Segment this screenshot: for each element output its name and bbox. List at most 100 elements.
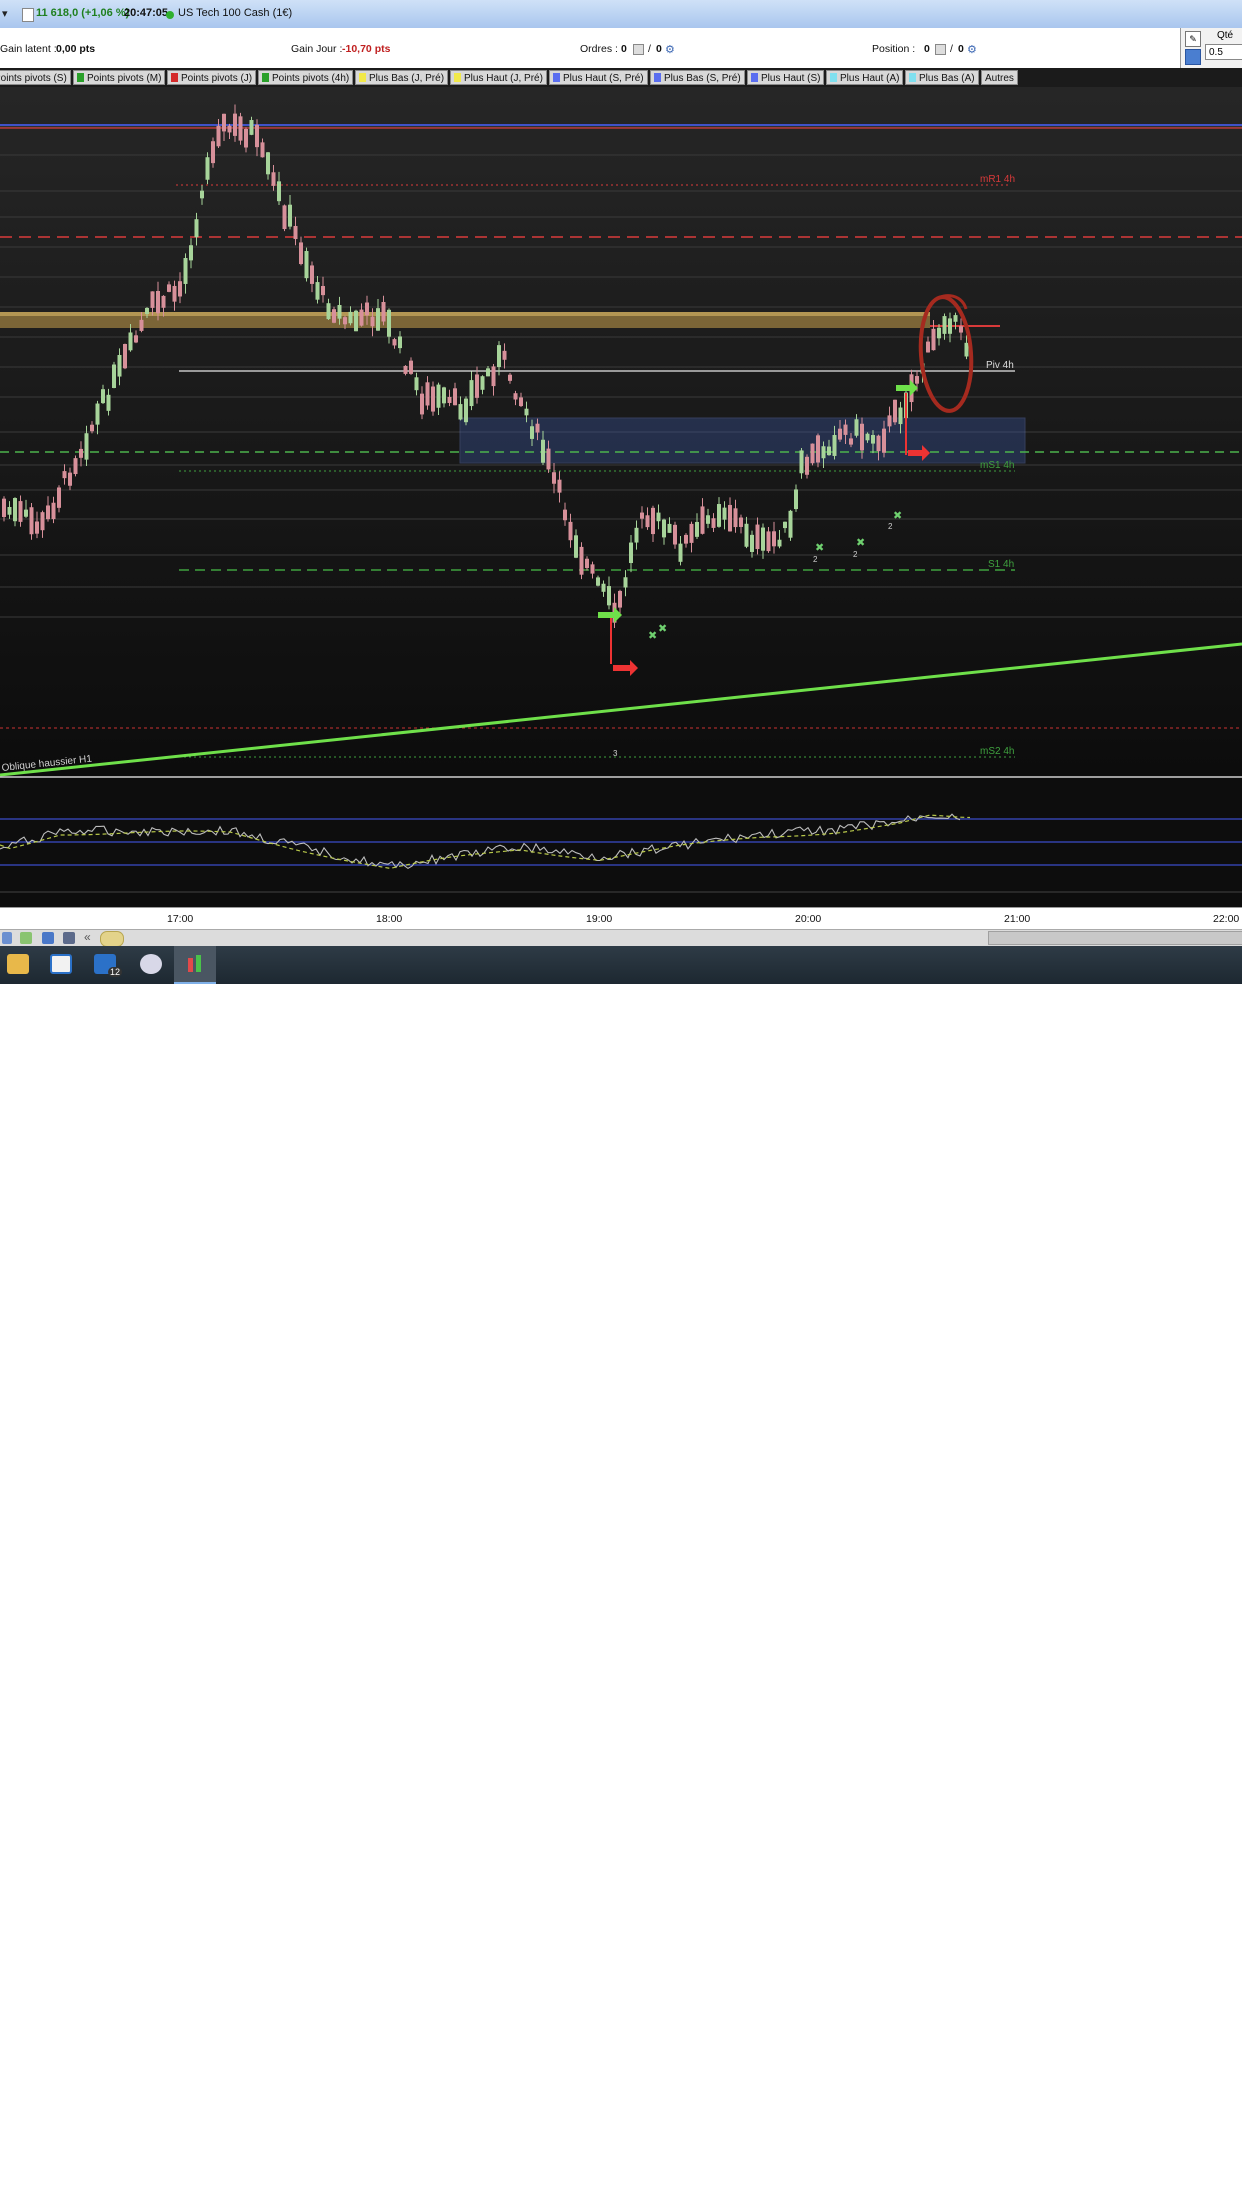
candle	[255, 124, 259, 148]
r1-level-label: mR1 4h	[980, 174, 1015, 185]
candle	[755, 524, 760, 550]
scroll-thumb-handle[interactable]	[100, 931, 124, 947]
legend-item[interactable]: Plus Bas (A)	[905, 70, 979, 85]
candle	[189, 245, 193, 261]
legend-item[interactable]: Points pivots (S)	[0, 70, 71, 85]
wrench-icon[interactable]: ✎	[1185, 31, 1201, 47]
quantity-input[interactable]: 0.5	[1205, 44, 1242, 60]
candle	[590, 564, 595, 574]
day-gain-label: Gain Jour :	[291, 43, 343, 55]
collapse-left-icon[interactable]: «	[84, 930, 91, 944]
candle	[376, 308, 380, 331]
candle	[887, 415, 892, 427]
legend-item[interactable]: Plus Haut (A)	[826, 70, 904, 85]
candle	[299, 242, 303, 265]
trading-app-taskbar-button[interactable]	[174, 946, 216, 984]
candle	[871, 435, 875, 444]
candle	[838, 428, 842, 440]
candle	[937, 327, 941, 339]
time-tick: 22:00	[1213, 913, 1240, 925]
status-dot-icon	[166, 11, 174, 19]
candle	[436, 384, 441, 408]
candle	[469, 380, 474, 407]
candle	[392, 339, 397, 346]
signal-cross-icon: ✖	[815, 541, 824, 554]
grid-icon[interactable]	[20, 932, 32, 944]
candle	[321, 286, 325, 296]
position-settings-icon[interactable]: ⚙	[966, 43, 977, 56]
legend-item[interactable]: Plus Bas (J, Pré)	[355, 70, 449, 85]
candle	[486, 368, 490, 377]
store-icon[interactable]	[50, 954, 72, 974]
candle	[689, 523, 694, 543]
position-icon[interactable]	[932, 43, 946, 55]
candle	[414, 377, 419, 391]
legend-item[interactable]: Plus Haut (S, Pré)	[549, 70, 648, 85]
candle	[832, 434, 837, 456]
candle	[145, 307, 149, 314]
price-change: 11 618,0 (+1,06 %)	[36, 7, 130, 19]
layout-icon[interactable]	[2, 932, 12, 944]
candle	[557, 479, 562, 493]
latent-gain-label: Gain latent :	[0, 43, 57, 55]
legend-item[interactable]: Points pivots (4h)	[258, 70, 354, 85]
orders-count: 0	[621, 43, 627, 55]
candle	[942, 316, 947, 334]
candle	[370, 316, 375, 327]
day-gain-value: -10,70 pts	[342, 43, 391, 55]
candle	[860, 423, 864, 451]
candle	[244, 128, 248, 148]
pivot-level-label: Piv 4h	[986, 360, 1014, 371]
signal-count-label: 2	[853, 550, 858, 559]
browser-icon[interactable]	[140, 954, 162, 974]
price-chart[interactable]: mR1 4hPiv 4hmS1 4hS1 4hmS2 4hOblique hau…	[0, 87, 1242, 907]
legend-item[interactable]: Plus Haut (J, Pré)	[450, 70, 547, 85]
candle	[662, 519, 666, 538]
window-icon[interactable]	[42, 932, 54, 944]
candle	[876, 435, 881, 452]
legend-item[interactable]: Plus Bas (S, Pré)	[650, 70, 745, 85]
candle	[667, 523, 672, 533]
candle	[695, 521, 699, 537]
legend-item[interactable]: Points pivots (M)	[73, 70, 166, 85]
legend-label: Plus Haut (S)	[761, 73, 821, 84]
instrument-icon	[22, 8, 34, 22]
legend-item[interactable]: Plus Haut (S)	[747, 70, 825, 85]
candle	[315, 282, 320, 300]
candle	[442, 387, 446, 404]
legend-swatch-icon	[553, 73, 560, 82]
candle	[926, 341, 930, 353]
candle	[568, 521, 573, 541]
mail-icon[interactable]: 12	[94, 954, 122, 977]
time-tick: 17:00	[167, 913, 194, 925]
dropdown-arrow-icon[interactable]: ▾	[2, 7, 8, 20]
orders-settings-icon[interactable]: ⚙	[664, 43, 675, 56]
s1m-level-label: mS1 4h	[980, 460, 1014, 471]
order-list-icon[interactable]	[1185, 49, 1201, 65]
legend-item[interactable]: Autres	[981, 70, 1018, 85]
tools-icon[interactable]	[63, 932, 75, 944]
file-explorer-icon[interactable]	[7, 954, 29, 974]
candle	[634, 527, 639, 543]
candle	[156, 290, 160, 314]
candle	[354, 310, 358, 332]
legend-swatch-icon	[830, 73, 837, 82]
horizontal-scrollbar[interactable]	[988, 931, 1242, 945]
orders-icon[interactable]	[630, 43, 644, 55]
candle	[794, 489, 798, 510]
candle	[101, 389, 105, 404]
candle	[722, 507, 727, 520]
candle	[673, 524, 677, 545]
legend-item[interactable]: Points pivots (J)	[167, 70, 257, 85]
time-tick: 21:00	[1004, 913, 1031, 925]
candle	[953, 315, 958, 322]
legend-label: Points pivots (J)	[181, 73, 253, 84]
time-tick: 20:00	[795, 913, 822, 925]
time-axis: 17:00 18:00 19:00 20:00 21:00 22:00	[0, 907, 1242, 930]
resistance-zone-edge	[0, 312, 930, 316]
candle	[326, 303, 331, 320]
candle	[293, 225, 298, 240]
candle	[805, 456, 809, 475]
candle	[799, 450, 804, 474]
order-panel: ✎ Qté 0.5	[1180, 28, 1242, 68]
